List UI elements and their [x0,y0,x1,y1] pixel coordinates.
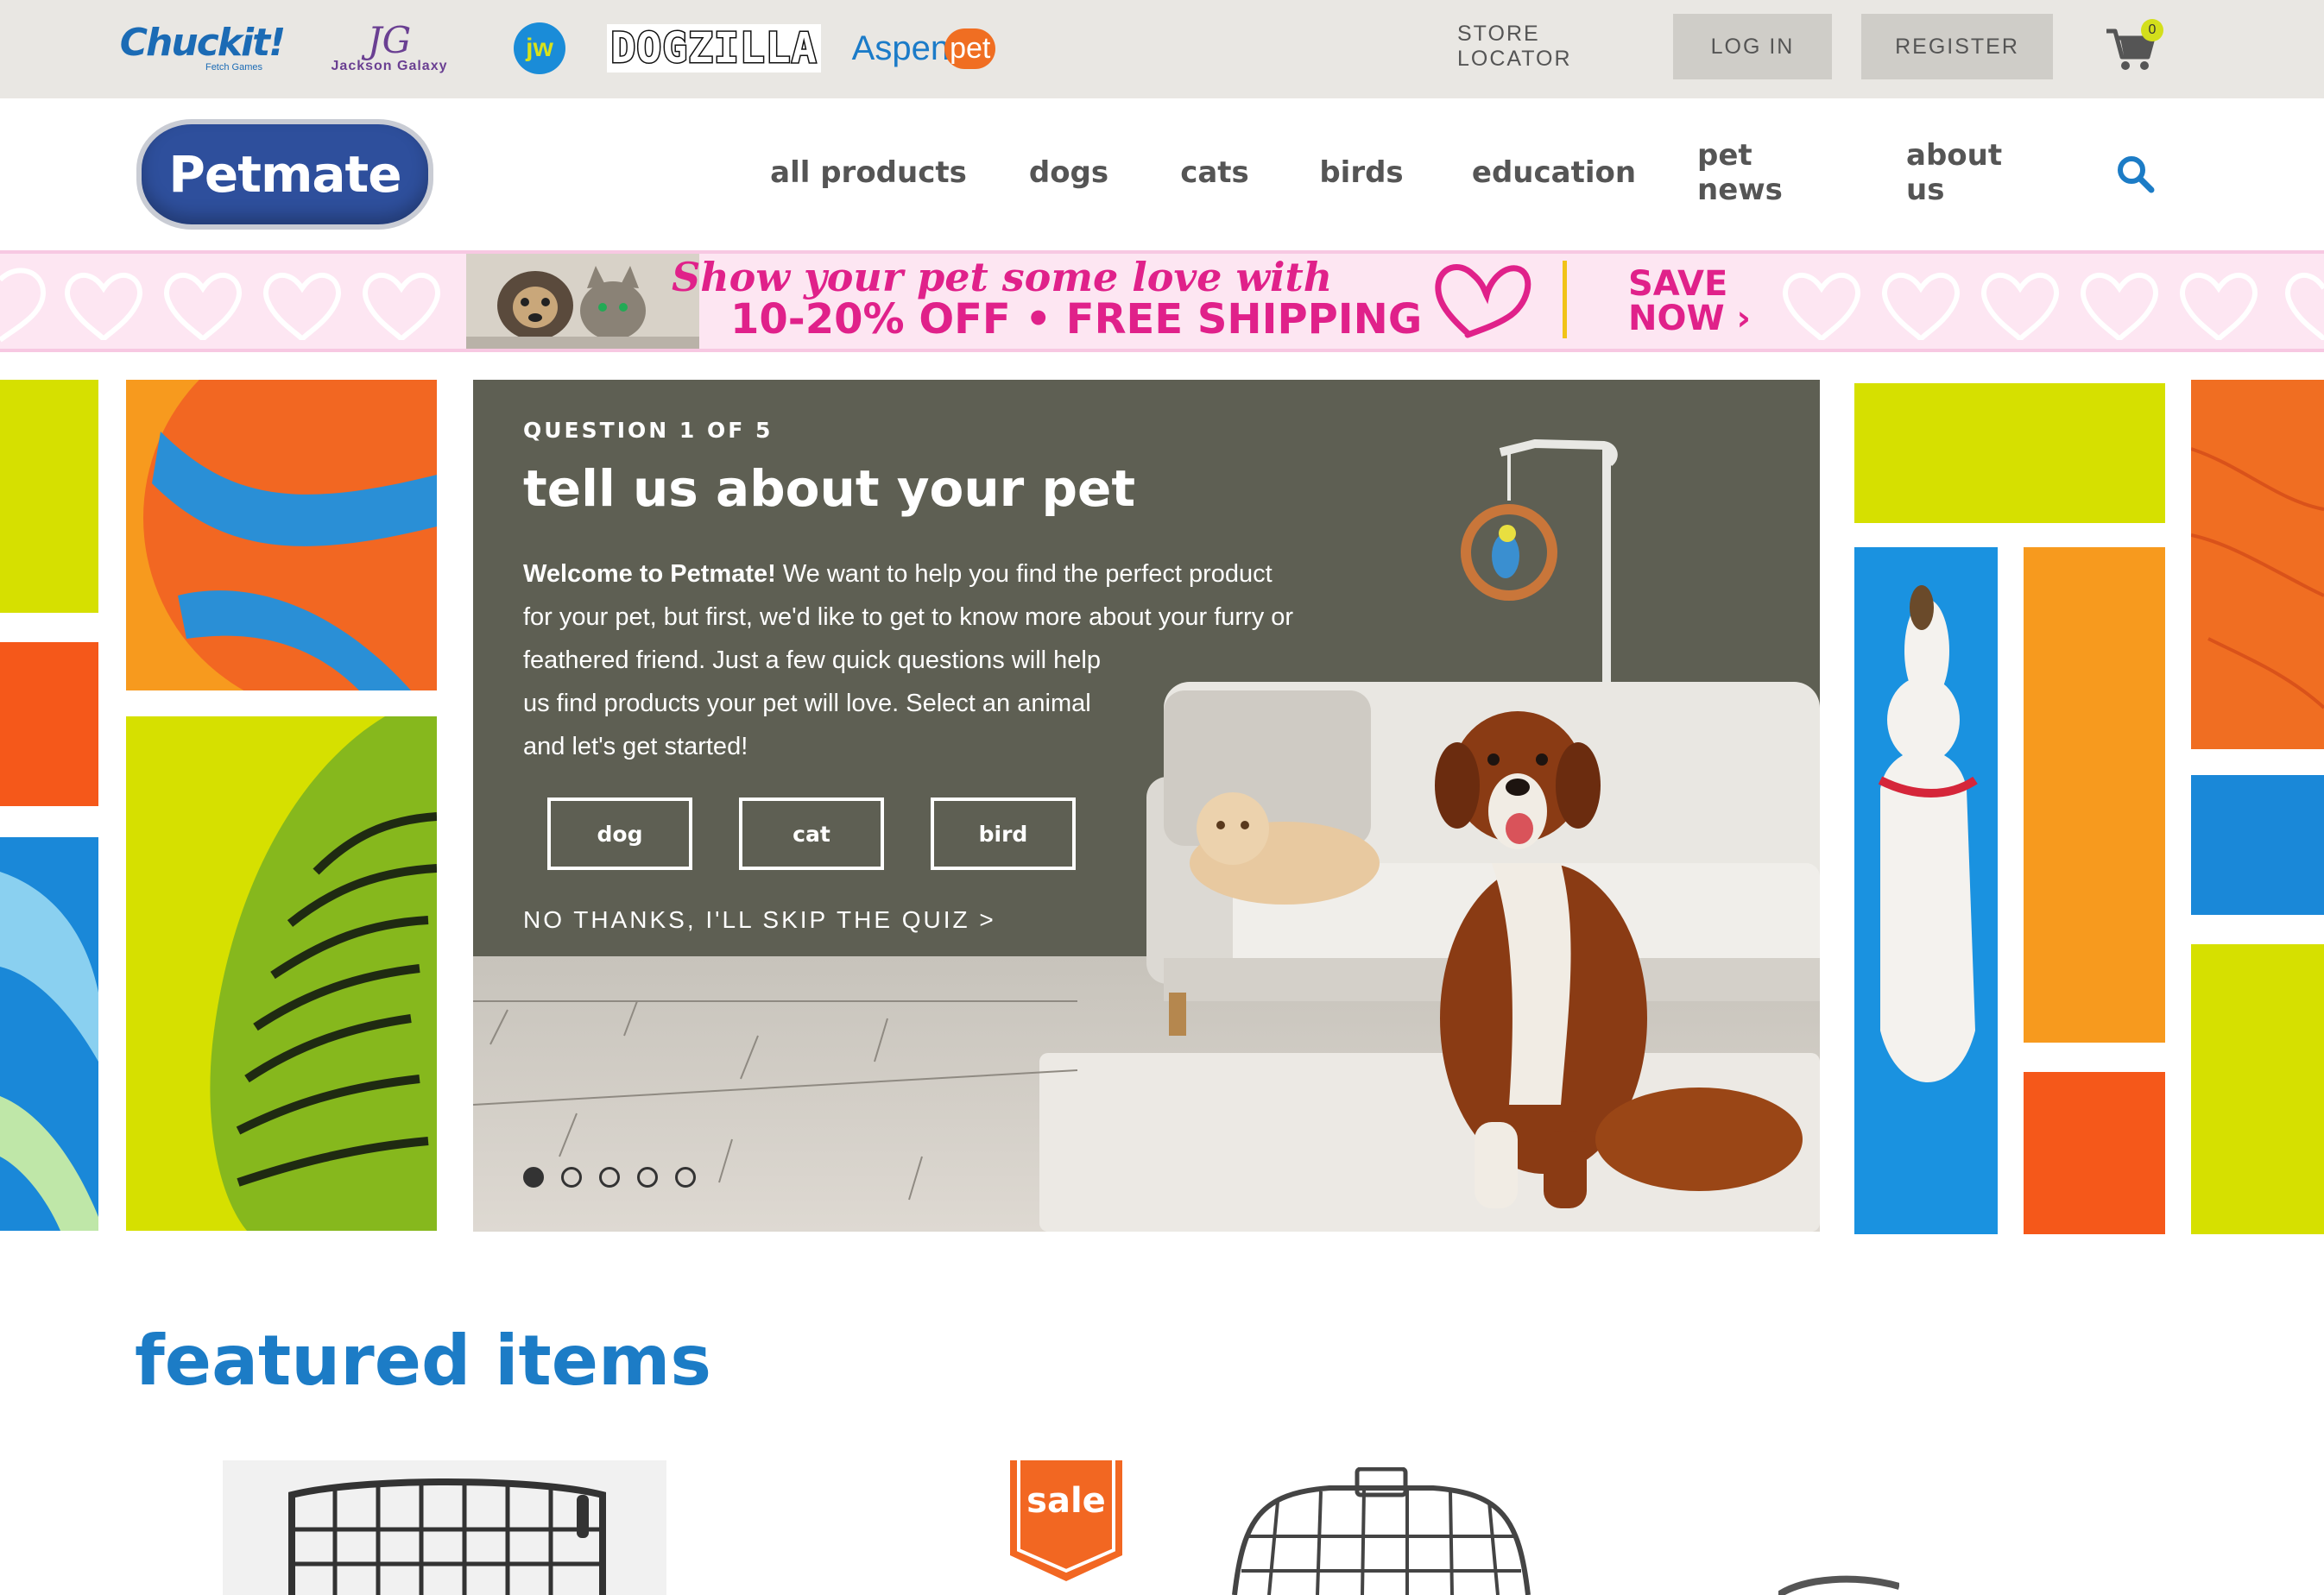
mosaic-tile-ball-photo [126,380,437,690]
nav-pet-news[interactable]: pet news [1697,138,1842,207]
quiz-intro-line: for your pet, but first, we'd like to ge… [523,603,1294,631]
login-button[interactable]: LOG IN [1673,14,1832,79]
quiz-intro-line: and let's get started! [523,733,748,760]
mosaic-tile-dog-photo [1854,547,1998,1234]
nav-birds[interactable]: birds [1316,147,1407,199]
mosaic-tile-orange [2024,1072,2165,1234]
register-button[interactable]: REGISTER [1861,14,2053,79]
product-card-crate-gate[interactable] [223,1460,666,1595]
carousel-dot[interactable] [599,1167,620,1188]
carousel-dots [523,1163,704,1189]
heart-icon [1435,264,1531,338]
brand-tagline: Fetch Games [205,62,262,72]
mosaic-tile-lime [0,380,98,613]
promo-headline: Show your pet some love with [672,254,1333,300]
store-locator-link[interactable]: STORE LOCATOR [1457,16,1645,78]
sale-badge-label: sale [1026,1481,1106,1521]
petmate-logo[interactable]: Petmate [136,119,433,230]
quiz-intro-line: feathered friend. Just a few quick quest… [523,646,1101,674]
brand-suffix: pet [944,28,996,69]
quiz-step-label: QUESTION 1 OF 5 [523,418,774,443]
promo-divider [1563,261,1567,338]
brand-name: Aspen [851,28,950,67]
mosaic-tile-amber [2024,547,2165,1043]
cart-count-badge: 0 [2141,19,2163,41]
quiz-option-cat-button[interactable]: cat [739,798,884,870]
carousel-dot[interactable] [675,1167,696,1188]
quiz-intro-bold: Welcome to Petmate! [523,560,776,588]
brand-name: Jackson Galaxy [331,59,448,73]
search-icon[interactable] [2113,152,2157,195]
brand-monogram: JG [367,19,412,61]
mosaic-tile-lime [2191,944,2324,1234]
mosaic-tile-parakeet-photo [126,716,437,1231]
brand-name: Chuckit! [119,21,286,65]
promo-offer: 10-20% OFF • FREE SHIPPING [730,295,1423,344]
mosaic-tile-cat-photo [2191,380,2324,749]
quiz-option-bird-button[interactable]: bird [931,798,1076,870]
nav-dogs[interactable]: dogs [1024,147,1114,199]
carousel-dot[interactable] [561,1167,582,1188]
mosaic-tile-toy-photo [0,837,98,1231]
nav-about-us[interactable]: about us [1906,138,2048,207]
quiz-option-dog-button[interactable]: dog [547,798,692,870]
mosaic-tile-blue [2191,775,2324,915]
brand-logo-aspen-pet[interactable]: Aspen pet [851,16,996,81]
brand-name: DOGZILLA [607,23,821,74]
quiz-intro: Welcome to Petmate! We want to help you … [523,552,1300,777]
promo-pets-photo [466,254,699,349]
brand-logo-chuckit[interactable]: Chuckit! Fetch Games [120,16,286,81]
nav-cats[interactable]: cats [1176,147,1254,199]
nav-education[interactable]: education [1469,147,1639,199]
mosaic-tile-lime [1854,383,2165,523]
product-card-kennel-door[interactable] [1226,1467,1537,1595]
pet-quiz-panel: QUESTION 1 OF 5 tell us about your pet W… [473,380,1820,1232]
brand-logo-jw[interactable]: jw [513,16,566,81]
carousel-dot[interactable] [523,1167,544,1188]
carousel-dot[interactable] [637,1167,658,1188]
product-card-partial[interactable] [1778,1571,1899,1595]
brand-logo-dogzilla[interactable]: DOGZILLA [607,16,821,81]
quiz-intro-line: We want to help you find the perfect pro… [775,560,1273,588]
skip-quiz-link[interactable]: NO THANKS, I'LL SKIP THE QUIZ > [523,906,1007,939]
mosaic-tile-orange [0,642,98,806]
promo-cta-save[interactable]: SAVE [1628,264,1749,304]
brand-name: jw [514,22,565,74]
nav-all-products[interactable]: all products [768,147,969,199]
quiz-title: tell us about your pet [523,459,1136,518]
quiz-intro-line: us find products your pet will love. Sel… [523,690,1091,717]
featured-items-heading: featured items [135,1321,711,1401]
logo-text: Petmate [168,145,401,204]
brand-logo-jackson-galaxy[interactable]: JG Jackson Galaxy [316,16,463,81]
promo-cta-now[interactable]: NOW › [1628,299,1784,338]
